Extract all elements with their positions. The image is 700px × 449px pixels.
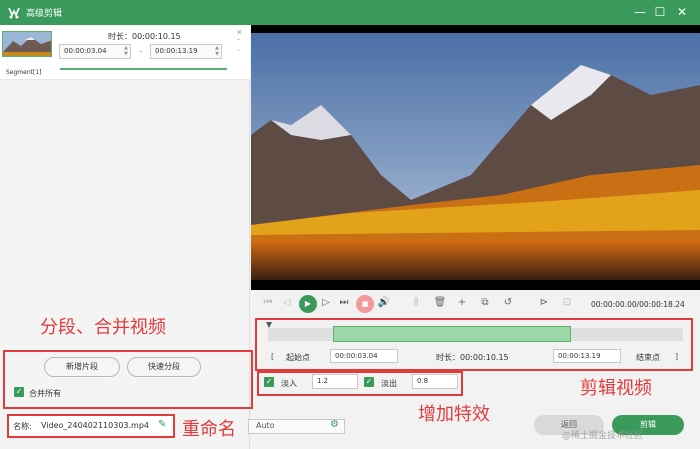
skip-end-icon[interactable]: ⏭ bbox=[337, 297, 351, 308]
annotation-trim: 剪辑视频 bbox=[580, 378, 652, 399]
stop-button[interactable]: ■ bbox=[356, 295, 374, 313]
delete-icon[interactable]: 🗑 bbox=[433, 297, 447, 308]
trim-start-value: 00:00:03.04 bbox=[335, 352, 378, 360]
segment-label: Segment[1] bbox=[6, 69, 42, 76]
title-bar: 高级剪辑 — ☐ ✕ bbox=[0, 0, 700, 25]
trim-start-field[interactable]: 00:00:03.04 bbox=[330, 349, 398, 363]
volume-icon[interactable]: 🔊 bbox=[377, 297, 391, 308]
output-format-value: Auto bbox=[256, 421, 275, 430]
mark-out-icon[interactable]: ⊡ bbox=[560, 297, 574, 308]
settings-gear-icon[interactable]: ⚙ bbox=[330, 419, 339, 430]
trim-end-value: 00:00:13.19 bbox=[558, 352, 601, 360]
add-segment-button[interactable]: 新增片段 bbox=[44, 357, 120, 377]
split-icon[interactable]: ⫼ bbox=[409, 297, 423, 308]
maximize-icon[interactable]: ☐ bbox=[652, 4, 668, 20]
merge-all-label: 合并所有 bbox=[29, 389, 61, 398]
quick-split-button[interactable]: 快速分段 bbox=[127, 357, 201, 377]
trim-selection[interactable] bbox=[333, 326, 571, 342]
spin-arrows-icon[interactable]: ▲ ▼ bbox=[215, 45, 219, 57]
next-frame-icon[interactable]: ▷ bbox=[319, 297, 333, 308]
video-preview[interactable] bbox=[251, 25, 700, 290]
segment-thumbnail[interactable] bbox=[2, 31, 52, 57]
minimize-icon[interactable]: — bbox=[632, 4, 648, 20]
playhead-icon[interactable] bbox=[266, 322, 272, 328]
annotation-rename: 重命名 bbox=[182, 419, 236, 440]
prev-frame-icon[interactable]: ◁ bbox=[280, 297, 294, 308]
fade-in-label: 淡入 bbox=[281, 379, 297, 388]
window-title: 高级剪辑 bbox=[26, 9, 63, 19]
watermark: @稀土掘金技术社区 bbox=[562, 431, 644, 441]
file-name-field[interactable]: Video_240402110303.mp4 bbox=[41, 421, 149, 430]
split-merge-highlight bbox=[3, 350, 253, 409]
fade-out-value: 0.8 bbox=[417, 377, 429, 385]
fade-in-field[interactable]: 1.2 bbox=[312, 374, 358, 389]
reorder-arrows-icon[interactable]: ⌃ ⌄ bbox=[236, 38, 241, 54]
spin-arrows-icon[interactable]: ▲ ▼ bbox=[124, 45, 128, 57]
trim-duration: 时长：00:00:10.15 bbox=[436, 353, 509, 362]
fade-out-field[interactable]: 0.8 bbox=[412, 374, 458, 389]
annotation-split-merge: 分段、合并视频 bbox=[40, 317, 166, 338]
edit-pencil-icon[interactable]: ✎ bbox=[158, 419, 166, 430]
segment-end-field[interactable]: 00:00:13.19 ▲ ▼ bbox=[150, 44, 222, 59]
segment-start-value: 00:00:03.04 bbox=[64, 47, 107, 55]
name-label: 名称: bbox=[13, 422, 32, 431]
undo-icon[interactable]: ↺ bbox=[501, 297, 515, 308]
play-button[interactable]: ▶ bbox=[299, 295, 317, 313]
add-icon[interactable]: + bbox=[455, 297, 469, 308]
bracket-close: ] bbox=[675, 352, 679, 361]
fade-out-checkbox[interactable]: ✓ bbox=[364, 377, 374, 387]
segment-duration: 时长：00:00:10.15 bbox=[108, 32, 181, 41]
copy-icon[interactable]: ⧉ bbox=[478, 297, 492, 308]
app-logo-icon bbox=[8, 7, 20, 19]
end-point-button[interactable]: 结束点 bbox=[636, 352, 660, 363]
trim-end-field[interactable]: 00:00:13.19 bbox=[553, 349, 621, 363]
start-point-button[interactable]: 起始点 bbox=[286, 352, 310, 363]
fade-in-value: 1.2 bbox=[317, 377, 329, 385]
playback-time: 00:00:00.00/00:00:18.24 bbox=[591, 300, 685, 309]
annotation-effects: 增加特效 bbox=[418, 404, 490, 425]
segment-close-icon[interactable]: ✕ bbox=[236, 28, 243, 37]
segment-progress bbox=[60, 68, 227, 70]
segment-start-field[interactable]: 00:00:03.04 ▲ ▼ bbox=[59, 44, 131, 59]
range-dash: – bbox=[139, 47, 143, 55]
merge-all-checkbox[interactable]: ✓ bbox=[14, 387, 24, 397]
bracket-open: [ bbox=[271, 352, 275, 361]
fade-out-label: 淡出 bbox=[381, 379, 397, 388]
fade-in-checkbox[interactable]: ✓ bbox=[264, 377, 274, 387]
mark-in-icon[interactable]: ⊳ bbox=[537, 297, 551, 308]
close-icon[interactable]: ✕ bbox=[674, 4, 690, 20]
skip-start-icon[interactable]: ⏮ bbox=[261, 297, 275, 308]
segment-end-value: 00:00:13.19 bbox=[155, 47, 198, 55]
